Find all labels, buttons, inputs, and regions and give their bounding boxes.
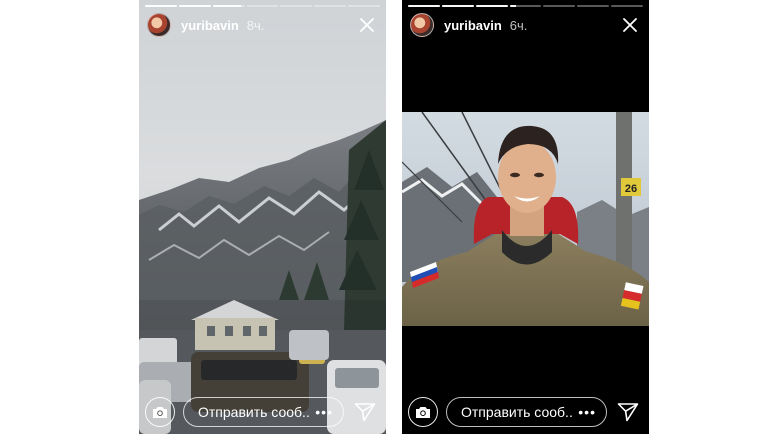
avatar[interactable] [147,13,171,37]
send-icon [617,403,639,422]
progress-fill [509,5,516,7]
send-icon [354,403,376,422]
progress-fill [441,5,474,7]
more-icon[interactable]: ••• [578,404,596,420]
camera-icon [153,406,167,418]
story-photo-mountains [139,0,386,434]
progress-segment [475,5,508,7]
story-photo-selfie: 26 [402,112,649,326]
username[interactable]: yuribavin [181,18,239,33]
camera-icon [416,406,430,418]
progress-segment [280,5,313,7]
progress-segment [246,5,279,7]
progress-segment [348,5,381,7]
story-viewer-left[interactable]: yuribavin 8ч. Отправить сооб... ••• [139,0,386,434]
close-button[interactable] [617,12,643,38]
progress-segment [543,5,576,7]
story-timestamp: 8ч. [246,17,265,33]
story-footer: Отправить сооб... ••• [145,396,380,428]
avatar[interactable] [410,13,434,37]
progress-segment [611,5,644,7]
story-footer: Отправить сооб... ••• [408,396,643,428]
story-progress-bar [145,5,381,7]
reply-input[interactable]: Отправить сооб... ••• [446,397,607,427]
progress-fill [145,5,177,7]
progress-segment [314,5,347,7]
progress-segment [577,5,610,7]
story-viewer-right[interactable]: 26 yuribavin 6ч. Отправить сооб... ••• [402,0,649,434]
send-button[interactable] [350,397,380,427]
progress-segment [145,5,177,7]
progress-segment [441,5,474,7]
story-timestamp: 6ч. [509,17,528,33]
reply-placeholder: Отправить сооб... [198,404,312,420]
camera-button[interactable] [145,397,175,427]
story-progress-bar [408,5,644,7]
progress-segment [408,5,440,7]
send-button[interactable] [613,397,643,427]
close-icon [623,18,637,32]
close-button[interactable] [354,12,380,38]
story-header: yuribavin 8ч. [147,12,380,38]
progress-segment [178,5,211,7]
username[interactable]: yuribavin [444,18,502,33]
camera-button[interactable] [408,397,438,427]
progress-fill [475,5,508,7]
more-icon[interactable]: ••• [315,404,333,420]
close-icon [360,18,374,32]
progress-segment [509,5,542,7]
progress-fill [408,5,440,7]
progress-fill [178,5,211,7]
reply-placeholder: Отправить сооб... [461,404,575,420]
seat-number: 26 [625,183,637,195]
progress-fill [212,5,242,7]
reply-input[interactable]: Отправить сооб... ••• [183,397,344,427]
story-header: yuribavin 6ч. [410,12,643,38]
progress-segment [212,5,245,7]
